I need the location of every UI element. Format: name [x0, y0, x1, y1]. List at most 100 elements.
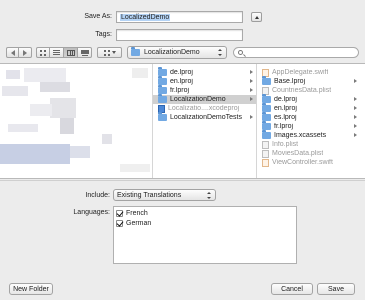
arrange-button[interactable] — [97, 47, 122, 58]
folder-icon — [158, 112, 167, 121]
cancel-button[interactable]: Cancel — [271, 283, 313, 295]
item-name: ViewController.swift — [272, 159, 333, 166]
list-item[interactable]: Localizatio....xcodeproj — [153, 104, 256, 113]
include-value: Existing Translations — [117, 191, 182, 199]
list-item[interactable]: de.lproj — [153, 67, 256, 77]
include-label: Include: — [85, 192, 110, 199]
popup-arrows-icon — [207, 192, 212, 199]
list-item[interactable]: AppDelegate.swift — [257, 68, 360, 77]
tags-field[interactable] — [116, 29, 243, 41]
blurred-item — [24, 68, 66, 82]
back-button[interactable] — [6, 47, 19, 58]
folder-icon — [262, 121, 271, 130]
list-item[interactable]: de.lproj — [257, 94, 360, 104]
list-item[interactable]: Info.plist — [257, 140, 360, 149]
cover-flow-icon — [80, 49, 89, 56]
item-name: CountriesData.plist — [272, 87, 332, 94]
file-browser: de.lproj en.lproj fr.lproj LocalizationD… — [0, 63, 365, 179]
language-name: German — [126, 220, 152, 227]
languages-list[interactable]: French German — [113, 206, 297, 264]
list-item[interactable]: en.lproj — [153, 76, 256, 86]
folder-icon — [262, 94, 271, 103]
list-item[interactable]: ViewController.swift — [257, 158, 360, 167]
blurred-item — [8, 124, 38, 132]
folder-icon — [158, 85, 167, 94]
browser-column-2[interactable]: de.lproj en.lproj fr.lproj LocalizationD… — [153, 64, 256, 178]
item-name: es.lproj — [274, 114, 297, 121]
blurred-item — [60, 118, 74, 134]
tags-label: Tags: — [95, 31, 112, 38]
item-name: Base.lproj — [274, 78, 306, 85]
plist-file-icon — [262, 140, 269, 149]
chevron-right-icon — [250, 70, 253, 74]
language-name: French — [126, 210, 148, 217]
search-field[interactable] — [233, 47, 359, 58]
folder-icon — [262, 103, 271, 112]
list-view-button[interactable] — [50, 47, 64, 58]
item-name: fr.lproj — [170, 87, 190, 94]
include-popup[interactable]: Existing Translations — [113, 189, 216, 201]
list-item[interactable]: Base.lproj — [257, 76, 360, 86]
view-mode-control — [36, 47, 92, 58]
list-item[interactable]: Images.xcassets — [257, 130, 360, 140]
chevron-right-icon — [250, 115, 253, 119]
chevron-right-icon — [354, 115, 357, 119]
save-button[interactable]: Save — [317, 283, 355, 295]
list-item[interactable]: LocalizationDemoTests — [153, 112, 256, 122]
blurred-item — [2, 86, 28, 96]
item-name: LocalizationDemo — [170, 96, 226, 103]
chevron-right-icon — [354, 79, 357, 83]
list-item[interactable]: en.lproj — [257, 103, 360, 113]
item-name: de.lproj — [274, 96, 297, 103]
folder-icon — [262, 76, 271, 85]
german-checkbox[interactable] — [116, 220, 123, 227]
language-item[interactable]: German — [116, 219, 151, 228]
chevron-right-icon — [250, 79, 253, 83]
item-name: fr.lproj — [274, 123, 294, 130]
swift-file-icon — [262, 158, 269, 167]
french-checkbox[interactable] — [116, 210, 123, 217]
folder-icon — [262, 130, 271, 139]
list-item[interactable]: CountriesData.plist — [257, 86, 360, 95]
folder-icon — [131, 47, 140, 56]
chevron-right-icon — [250, 88, 253, 92]
list-item[interactable]: MoviesData.plist — [257, 149, 360, 158]
folder-icon — [158, 67, 167, 76]
plist-file-icon — [262, 149, 269, 158]
browser-column-3[interactable]: AppDelegate.swift Base.lproj CountriesDa… — [257, 64, 365, 178]
arrange-icon — [103, 49, 110, 56]
blurred-item — [40, 82, 70, 92]
chevron-right-icon — [354, 106, 357, 110]
list-item[interactable]: es.lproj — [257, 112, 360, 122]
back-forward-control — [6, 47, 32, 58]
browser-column-1[interactable] — [0, 64, 152, 178]
item-name: LocalizationDemoTests — [170, 114, 242, 121]
save-as-field[interactable]: LocalizedDemo — [116, 11, 243, 23]
item-name: Localizatio....xcodeproj — [168, 105, 240, 112]
blurred-item — [30, 104, 52, 116]
list-item[interactable]: fr.lproj — [153, 85, 256, 95]
column-view-button[interactable] — [64, 47, 78, 58]
blurred-item — [50, 98, 76, 118]
blurred-item — [102, 134, 112, 144]
divider — [0, 180, 365, 181]
cover-flow-button[interactable] — [78, 47, 92, 58]
popup-arrows-icon — [218, 49, 223, 56]
new-folder-button[interactable]: New Folder — [9, 283, 53, 295]
chevron-down-icon — [111, 51, 116, 54]
expand-disclosure-button[interactable] — [251, 12, 262, 22]
list-item[interactable]: fr.lproj — [257, 121, 360, 131]
languages-label: Languages: — [73, 209, 110, 216]
chevron-right-icon — [250, 97, 253, 101]
location-label: LocalizationDemo — [144, 49, 200, 56]
blurred-item — [6, 70, 20, 79]
forward-button[interactable] — [19, 47, 32, 58]
icon-view-button[interactable] — [36, 47, 50, 58]
chevron-right-icon — [354, 133, 357, 137]
language-item[interactable]: French — [116, 209, 148, 218]
list-item-selected[interactable]: LocalizationDemo — [153, 94, 256, 104]
forward-arrow-icon — [23, 49, 27, 56]
chevron-right-icon — [354, 97, 357, 101]
location-popup[interactable]: LocalizationDemo — [127, 46, 227, 59]
save-as-value: LocalizedDemo — [120, 14, 171, 21]
